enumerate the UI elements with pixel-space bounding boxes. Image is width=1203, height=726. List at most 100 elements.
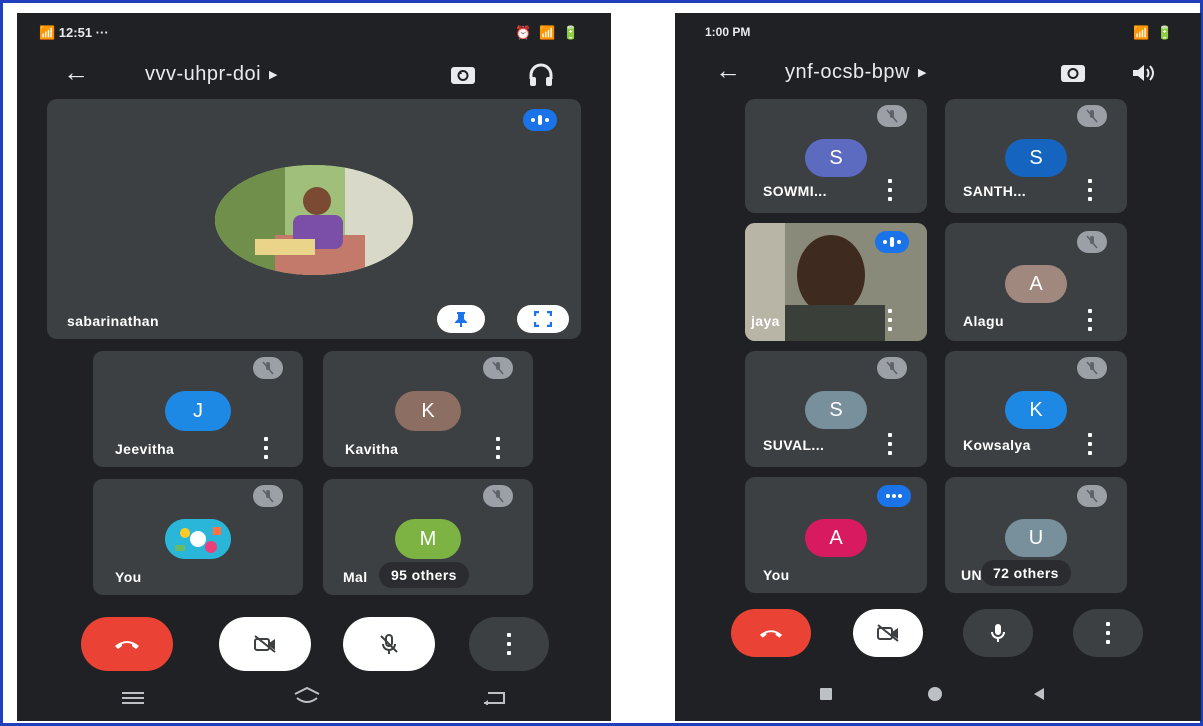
app-bar: ← ynf-ocsb-bpw ▶ — [675, 53, 1201, 97]
meeting-code: ynf-ocsb-bpw — [785, 61, 910, 83]
participant-name: SOWMI... — [763, 183, 827, 199]
mic-off-icon — [483, 485, 513, 507]
speaking-indicator-icon — [875, 231, 909, 253]
switch-camera-icon[interactable] — [1057, 57, 1089, 89]
participant-more-icon[interactable] — [887, 309, 893, 331]
more-options-button[interactable] — [469, 617, 549, 671]
status-left: 1:00 PM — [705, 25, 751, 39]
participant-tile[interactable]: K Kowsalya — [945, 351, 1127, 467]
participant-more-icon[interactable] — [1087, 309, 1093, 331]
pin-icon — [455, 312, 467, 327]
back-arrow-icon[interactable]: ← — [715, 55, 741, 86]
others-count-chip[interactable]: 72 others — [981, 560, 1071, 586]
fullscreen-button[interactable] — [517, 305, 569, 333]
avatar-initial: S — [829, 398, 843, 421]
participant-more-icon[interactable] — [887, 433, 893, 455]
mic-off-icon — [253, 485, 283, 507]
camera-off-button[interactable] — [853, 609, 923, 657]
back-nav-icon[interactable] — [481, 689, 507, 707]
participant-name: jaya — [751, 313, 780, 329]
mic-off-icon — [1077, 231, 1107, 253]
mic-icon — [991, 624, 1005, 642]
participant-name: SUVAL... — [763, 437, 825, 453]
status-bar: 1:00 PM 📶 🔋 — [675, 13, 1201, 49]
home-icon[interactable] — [291, 685, 323, 707]
participant-name: Mal — [343, 569, 368, 585]
avatar: A — [1005, 265, 1067, 303]
pinned-participant-tile[interactable]: sabarinathan — [47, 99, 581, 339]
participant-more-icon[interactable] — [495, 437, 501, 459]
participant-tile-self[interactable]: You — [93, 479, 303, 595]
avatar-initial: A — [1029, 272, 1043, 295]
avatar: K — [1005, 391, 1067, 429]
speaking-indicator-icon — [877, 485, 911, 507]
participant-more-icon[interactable] — [887, 179, 893, 201]
mic-off-icon — [1077, 485, 1107, 507]
camera-off-button[interactable] — [219, 617, 311, 671]
participant-tile[interactable]: M Mal 95 others — [323, 479, 533, 595]
video-off-icon — [877, 624, 899, 642]
participant-tile-video[interactable]: jaya — [745, 223, 927, 341]
participant-more-icon[interactable] — [263, 437, 269, 459]
speaking-indicator-icon — [523, 109, 557, 131]
home-icon[interactable] — [925, 685, 945, 703]
speaker-icon[interactable] — [1127, 57, 1159, 89]
participant-tile[interactable]: K Kavitha — [323, 351, 533, 467]
status-right: ⏰ 📶 🔋 — [515, 25, 581, 40]
recent-apps-icon[interactable] — [819, 687, 833, 701]
avatar: S — [805, 391, 867, 429]
participant-more-icon[interactable] — [1087, 433, 1093, 455]
participant-name: You — [763, 567, 790, 583]
more-vert-icon — [1105, 622, 1111, 644]
avatar-initial: J — [193, 399, 203, 422]
mic-off-icon — [1077, 105, 1107, 127]
back-arrow-icon[interactable]: ← — [63, 57, 89, 88]
participant-tile[interactable]: U UN 72 others — [945, 477, 1127, 593]
mic-off-icon — [1077, 357, 1107, 379]
profile-photo — [215, 165, 413, 275]
participant-tile[interactable]: A Alagu — [945, 223, 1127, 341]
mic-off-icon — [253, 357, 283, 379]
mic-button[interactable] — [963, 609, 1033, 657]
participant-tile[interactable]: J Jeevitha — [93, 351, 303, 467]
headphones-icon[interactable] — [525, 59, 557, 91]
unpin-button[interactable] — [437, 305, 485, 333]
status-left: 📶 12:51 ··· — [39, 25, 109, 40]
self-avatar — [165, 519, 231, 559]
video-off-icon — [254, 635, 276, 653]
meeting-title-button[interactable]: vvv-uhpr-doi ▶ — [145, 63, 278, 86]
mic-off-icon — [877, 105, 907, 127]
mic-off-icon — [483, 357, 513, 379]
pinned-participant-name: sabarinathan — [67, 313, 159, 329]
switch-camera-icon[interactable] — [447, 59, 479, 91]
avatar-initial: M — [419, 527, 437, 550]
meeting-title-button[interactable]: ynf-ocsb-bpw ▶ — [785, 61, 927, 84]
participant-name: UN — [961, 567, 983, 583]
left-phone-screen: 📶 12:51 ··· ⏰ 📶 🔋 ← vvv-uhpr-doi ▶ sabar… — [17, 13, 611, 721]
recent-apps-icon[interactable] — [121, 689, 145, 707]
participant-tile-self[interactable]: A You — [745, 477, 927, 593]
avatar: U — [1005, 519, 1067, 557]
hang-up-icon — [115, 641, 139, 649]
avatar: J — [165, 391, 231, 431]
end-call-button[interactable] — [731, 609, 811, 657]
participant-name: Jeevitha — [115, 441, 175, 457]
participant-tile[interactable]: S SANTH... — [945, 99, 1127, 213]
image-frame: 📶 12:51 ··· ⏰ 📶 🔋 ← vvv-uhpr-doi ▶ sabar… — [0, 0, 1203, 726]
back-nav-icon[interactable] — [1031, 686, 1047, 702]
participant-name: You — [115, 569, 142, 585]
avatar: M — [395, 519, 461, 559]
meeting-code: vvv-uhpr-doi — [145, 63, 262, 85]
avatar-initial: S — [1029, 146, 1043, 169]
participant-more-icon[interactable] — [1087, 179, 1093, 201]
avatar-initial: K — [1029, 398, 1043, 421]
end-call-button[interactable] — [81, 617, 173, 671]
participant-tile[interactable]: S SUVAL... — [745, 351, 927, 467]
app-bar: ← vvv-uhpr-doi ▶ — [17, 53, 611, 97]
participant-tile[interactable]: S SOWMI... — [745, 99, 927, 213]
avatar: S — [1005, 139, 1067, 177]
more-options-button[interactable] — [1073, 609, 1143, 657]
others-count-chip[interactable]: 95 others — [379, 562, 469, 588]
mic-off-icon — [877, 357, 907, 379]
mic-off-button[interactable] — [343, 617, 435, 671]
